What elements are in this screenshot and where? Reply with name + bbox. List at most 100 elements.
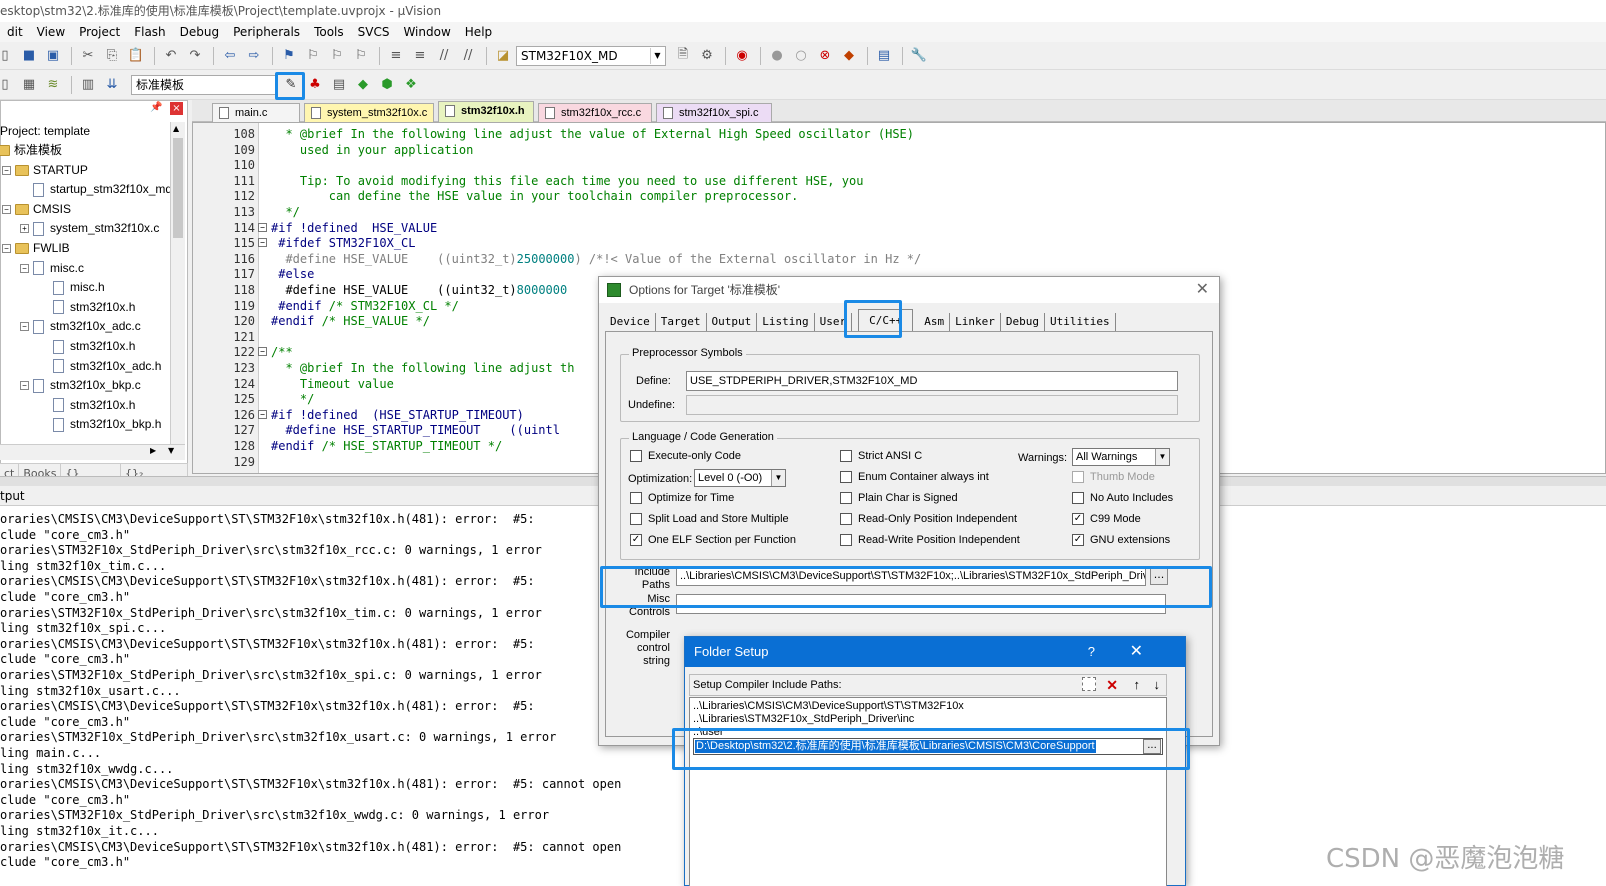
wrench-icon[interactable]: 🔧: [908, 45, 930, 67]
tab-linker[interactable]: Linker: [950, 313, 1001, 331]
tab-c-c-[interactable]: C/C++: [858, 309, 914, 331]
tree-folder[interactable]: 标准模板: [0, 141, 62, 160]
include-paths-input[interactable]: ..\Libraries\CMSIS\CM3\DeviceSupport\ST\…: [676, 566, 1146, 586]
device-combo[interactable]: STM32F10X_MD ▼: [516, 45, 666, 66]
tab-target[interactable]: Target: [656, 313, 707, 331]
breakpoint-icon[interactable]: ●: [766, 45, 788, 67]
nav-forward-icon[interactable]: ⇨: [243, 45, 265, 67]
batch-build-icon[interactable]: ▥: [77, 74, 99, 96]
bookmark-icon[interactable]: ⚑: [278, 45, 300, 67]
tree-file[interactable]: stm32f10x_bkp.h: [40, 415, 161, 434]
select-pack-icon[interactable]: ◆: [352, 74, 374, 96]
menu-item-view[interactable]: View: [30, 22, 72, 42]
close-panel-icon[interactable]: ×: [170, 102, 183, 115]
copy-icon[interactable]: ⎘: [101, 45, 123, 67]
tree-file[interactable]: misc.h: [40, 278, 105, 297]
comment-icon[interactable]: //: [433, 45, 455, 67]
tree-file[interactable]: stm32f10x.h: [40, 298, 135, 317]
collapse-icon[interactable]: −: [20, 381, 29, 391]
tree-folder[interactable]: − STARTUP: [2, 161, 88, 180]
editor-tab[interactable]: main.c: [212, 103, 300, 122]
undefine-input[interactable]: [686, 395, 1178, 415]
tab-debug[interactable]: Debug: [1001, 313, 1045, 331]
fold-icon[interactable]: −: [258, 409, 267, 419]
tab-device[interactable]: Device: [605, 313, 656, 331]
path-edit-field[interactable]: D:\Desktop\stm32\2.标准库的使用\标准库模板\Librarie…: [693, 738, 1163, 755]
expand-icon[interactable]: +: [20, 224, 29, 234]
rw-pi-checkbox[interactable]: Read-Write Position Independent: [840, 534, 1020, 546]
manage-project-icon[interactable]: ♣: [304, 74, 326, 96]
menu-item-debug[interactable]: Debug: [173, 22, 226, 42]
path-browse-button[interactable]: ...: [1143, 739, 1161, 754]
close-icon[interactable]: ✕: [1196, 277, 1209, 303]
c99-checkbox[interactable]: ✓ C99 Mode: [1072, 513, 1141, 525]
manage-rte-icon[interactable]: ❖: [400, 74, 422, 96]
include-paths-list[interactable]: ..\user ..\Libraries\STM32F10x_StdPeriph_…: [689, 697, 1167, 886]
uncomment-icon[interactable]: //: [457, 45, 479, 67]
move-down-icon[interactable]: ↓: [1154, 675, 1161, 695]
editor-tab[interactable]: stm32f10x_rcc.c: [538, 103, 652, 122]
tree-file[interactable]: stm32f10x.h: [40, 337, 135, 356]
menu-item-dit[interactable]: dit: [0, 22, 30, 42]
new-path-icon[interactable]: [1082, 677, 1096, 691]
tree-file[interactable]: startup_stm32f10x_md.s: [20, 180, 170, 199]
fold-icon[interactable]: −: [258, 238, 267, 248]
split-ls-checkbox[interactable]: Split Load and Store Multiple: [630, 513, 789, 525]
tab-output[interactable]: Output: [707, 313, 758, 331]
project-root[interactable]: Project: template: [0, 122, 90, 141]
tab-listing[interactable]: Listing: [757, 313, 815, 331]
optimize-time-checkbox[interactable]: Optimize for Time: [630, 492, 734, 504]
one-elf-checkbox[interactable]: ✓ One ELF Section per Function: [630, 534, 796, 546]
warnings-select[interactable]: All Warnings ▼: [1072, 448, 1170, 466]
debug-icon[interactable]: ◉: [731, 45, 753, 67]
tab-user[interactable]: User: [815, 313, 853, 331]
breakpoint-kill-icon[interactable]: ⊗: [814, 45, 836, 67]
include-path-item[interactable]: ..\Libraries\CMSIS\CM3\DeviceSupport\ST\…: [693, 700, 964, 713]
strict-ansi-checkbox[interactable]: Strict ANSI C: [840, 450, 922, 462]
collapse-icon[interactable]: −: [2, 204, 11, 214]
options-for-target-icon[interactable]: ✎: [280, 74, 302, 96]
breakpoint-disable-icon[interactable]: ○: [790, 45, 812, 67]
tree-folder[interactable]: − FWLIB: [2, 239, 70, 258]
tree-file[interactable]: − stm32f10x_adc.c: [20, 317, 141, 336]
editor-tab[interactable]: system_stm32f10x.c: [304, 103, 434, 122]
help-icon[interactable]: ?: [1088, 637, 1095, 667]
editor-tab[interactable]: stm32f10x.h: [438, 101, 534, 122]
collapse-icon[interactable]: −: [2, 165, 11, 175]
collapse-icon[interactable]: −: [20, 263, 29, 273]
tree-file[interactable]: − misc.c: [20, 259, 84, 278]
tree-file[interactable]: − stm32f10x_bkp.c: [20, 376, 141, 395]
misc-controls-input[interactable]: [676, 594, 1166, 614]
close-icon[interactable]: ✕: [1130, 637, 1143, 667]
plain-char-checkbox[interactable]: Plain Char is Signed: [840, 492, 958, 504]
download-icon[interactable]: ⇊: [101, 74, 123, 96]
cut-icon[interactable]: ✂: [77, 45, 99, 67]
window-icon[interactable]: ▤: [873, 45, 895, 67]
build-icon[interactable]: ▦: [18, 74, 40, 96]
gnu-ext-checkbox[interactable]: ✓ GNU extensions: [1072, 534, 1170, 546]
execute-only-checkbox[interactable]: Execute-only Code: [630, 450, 741, 462]
menu-item-svcs[interactable]: SVCS: [351, 22, 397, 42]
tools-icon[interactable]: ◆: [838, 45, 860, 67]
ro-pi-checkbox[interactable]: Read-Only Position Independent: [840, 513, 1017, 525]
menu-item-flash[interactable]: Flash: [127, 22, 172, 42]
menu-item-help[interactable]: Help: [458, 22, 499, 42]
fold-icon[interactable]: −: [258, 347, 267, 357]
tree-hscrollbar[interactable]: ▶ ▼: [0, 444, 185, 460]
translate-icon[interactable]: ▯: [0, 74, 16, 96]
collapse-icon[interactable]: −: [2, 244, 11, 253]
target-combo[interactable]: 标准模板: [131, 74, 276, 95]
menu-item-project[interactable]: Project: [72, 22, 127, 42]
nav-back-icon[interactable]: ⇦: [219, 45, 241, 67]
save-all-icon[interactable]: ▣: [42, 45, 64, 67]
find-in-files-icon[interactable]: 🗎: [672, 45, 694, 67]
redo-icon[interactable]: ↷: [184, 45, 206, 67]
pack-installer-icon[interactable]: ⬢: [376, 74, 398, 96]
bookmark-prev-icon[interactable]: ⚐: [302, 45, 324, 67]
fold-icon[interactable]: −: [258, 222, 267, 232]
tree-vscrollbar[interactable]: ▲: [170, 122, 185, 444]
optimization-select[interactable]: Level 0 (-O0) ▼: [694, 469, 786, 487]
incremental-find-icon[interactable]: ⚙: [696, 45, 718, 67]
editor-tab[interactable]: stm32f10x_spi.c: [656, 103, 772, 122]
save-icon[interactable]: ■: [18, 45, 40, 67]
